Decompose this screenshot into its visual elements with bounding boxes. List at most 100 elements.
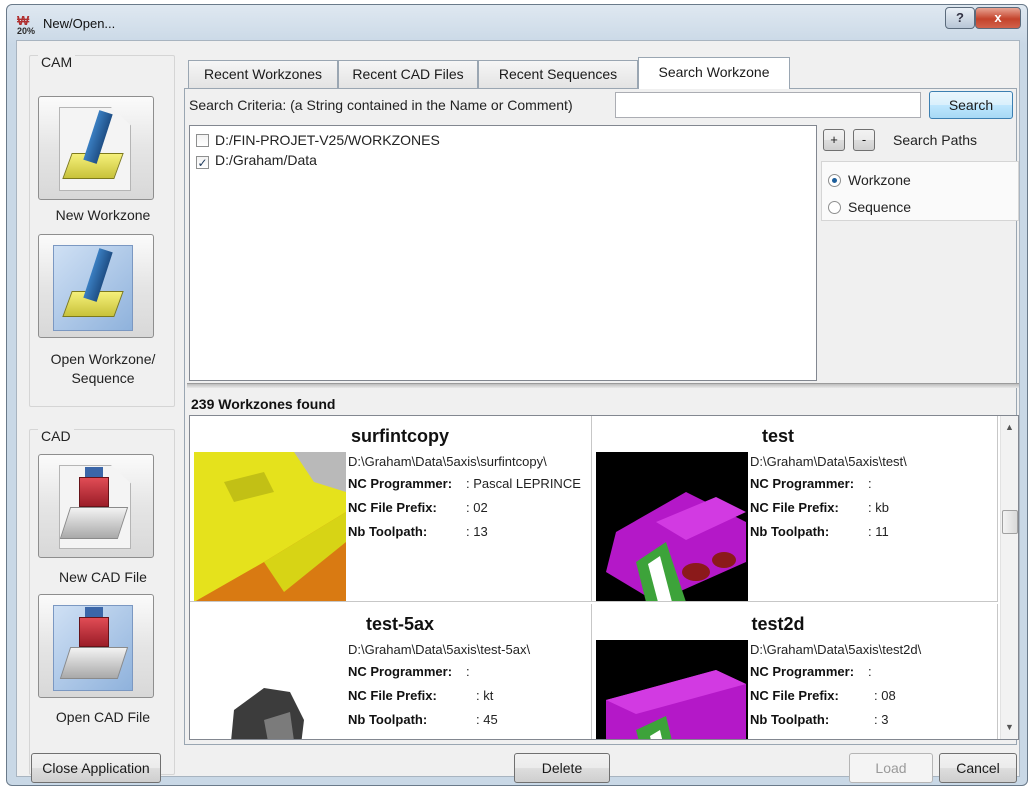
workzone-name: test-5ax: [365, 614, 435, 634]
workzone-path: D:\Graham\Data\5axis\test2d\: [750, 642, 922, 657]
results-grid: surfintcopy D:\Graham\Data\5axis\surfint…: [189, 415, 1019, 740]
help-button[interactable]: ?: [945, 7, 975, 29]
path-checkbox[interactable]: ✓: [196, 156, 209, 169]
open-cad-file-button[interactable]: [38, 594, 154, 698]
workzone-thumbnail: [596, 640, 748, 739]
app-icon: ₩20%: [17, 14, 39, 36]
cam-group-label: CAM: [38, 54, 76, 70]
search-type-group: Workzone Sequence: [821, 161, 1019, 221]
prefix-value: : 02: [466, 500, 488, 515]
prefix-value: : kb: [868, 500, 889, 515]
title-bar: ₩20% New/Open... ? x: [7, 5, 1027, 41]
close-application-button[interactable]: Close Application: [31, 753, 161, 783]
toolpath-label: Nb Toolpath:: [348, 712, 428, 727]
toolpath-label: Nb Toolpath:: [750, 524, 830, 539]
programmer-label: NC Programmer:: [348, 476, 453, 491]
scroll-down-icon[interactable]: ▼: [1005, 722, 1014, 732]
new-cad-file-label: New CAD File: [59, 569, 147, 585]
remove-path-button[interactable]: -: [853, 129, 875, 151]
toolpath-value: : 13: [466, 524, 488, 539]
open-cad-file-label: Open CAD File: [55, 709, 151, 725]
results-count: 239 Workzones found: [191, 396, 336, 412]
path-item[interactable]: D:/FIN-PROJET-V25/WORKZONES: [196, 130, 440, 150]
prefix-value: : kt: [476, 688, 494, 703]
panel-splitter[interactable]: [187, 383, 1019, 388]
load-button[interactable]: Load: [849, 753, 933, 783]
radio-workzone-label: Workzone: [848, 172, 911, 188]
prefix-label: NC File Prefix:: [750, 500, 839, 515]
cad-group-label: CAD: [38, 428, 74, 444]
cam-group: CAM New Workzone Open Workzone/ Sequence: [29, 54, 175, 407]
workzone-thumbnail: [194, 452, 346, 601]
new-cad-file-button[interactable]: [38, 454, 154, 558]
scrollbar-thumb[interactable]: [1002, 510, 1018, 534]
search-criteria-input[interactable]: [615, 92, 921, 118]
workzone-name: test2d: [751, 614, 805, 634]
workzone-card[interactable]: test D:\Graham\Data\5axis\test\ NC Progr…: [592, 416, 998, 602]
search-criteria-label: Search Criteria: (a String contained in …: [189, 97, 573, 113]
test-5ax-preview: [194, 640, 346, 739]
scroll-up-icon[interactable]: ▲: [1005, 422, 1014, 432]
tab-recent-cad-files[interactable]: Recent CAD Files: [338, 60, 478, 88]
path-label: D:/FIN-PROJET-V25/WORKZONES: [215, 132, 440, 148]
workzone-card[interactable]: test-5ax D:\Graham\Data\5axis\test-5ax\ …: [190, 604, 592, 739]
toolpath-label: Nb Toolpath:: [348, 524, 428, 539]
block-part-icon: [59, 647, 129, 679]
radio-workzone[interactable]: Workzone: [828, 170, 911, 190]
programmer-value: :: [868, 476, 872, 491]
open-workzone-button[interactable]: [38, 234, 154, 338]
prefix-label: NC File Prefix:: [348, 500, 437, 515]
workzone-thumbnail: [194, 640, 346, 739]
delete-button[interactable]: Delete: [514, 753, 610, 783]
programmer-value: : Pascal LEPRINCE: [466, 476, 581, 491]
programmer-value: :: [466, 664, 470, 679]
radio-button[interactable]: [828, 201, 841, 214]
tab-recent-sequences[interactable]: Recent Sequences: [478, 60, 638, 88]
tab-recent-workzones[interactable]: Recent Workzones: [188, 60, 338, 88]
toolpath-value: : 11: [868, 524, 889, 539]
workzone-path: D:\Graham\Data\5axis\test-5ax\: [348, 642, 531, 657]
open-workzone-label-line2: Sequence: [71, 370, 135, 386]
cancel-button[interactable]: Cancel: [939, 753, 1017, 783]
prefix-value: : 08: [874, 688, 896, 703]
workzone-card[interactable]: surfintcopy D:\Graham\Data\5axis\surfint…: [190, 416, 592, 602]
tab-search-workzone[interactable]: Search Workzone: [638, 57, 790, 89]
prefix-label: NC File Prefix:: [348, 688, 437, 703]
path-item[interactable]: ✓ D:/Graham/Data: [196, 150, 317, 170]
new-workzone-label: New Workzone: [55, 207, 151, 223]
block-part-icon: [59, 507, 129, 539]
workzone-thumbnail: [596, 452, 748, 601]
app-icon-text: 20%: [17, 26, 36, 36]
toolpath-label: Nb Toolpath:: [750, 712, 830, 727]
search-paths-list: D:/FIN-PROJET-V25/WORKZONES ✓ D:/Graham/D…: [189, 125, 817, 381]
toolpath-value: : 3: [874, 712, 889, 727]
programmer-value: :: [868, 664, 872, 679]
radio-button-selected[interactable]: [828, 174, 841, 187]
results-scrollbar[interactable]: ▲ ▼: [1000, 416, 1018, 739]
workzone-name: surfintcopy: [350, 426, 449, 446]
test-preview: [596, 452, 748, 601]
path-label: D:/Graham/Data: [215, 152, 317, 168]
surfintcopy-preview: [194, 452, 346, 601]
close-window-button[interactable]: x: [975, 7, 1021, 29]
vise-icon: [79, 617, 109, 647]
window-title: New/Open...: [43, 16, 116, 31]
dialog-body: CAM New Workzone Open Workzone/ Sequence…: [16, 40, 1020, 783]
radio-sequence-label: Sequence: [848, 199, 912, 215]
open-workzone-label-line1: Open Workzone/: [50, 351, 156, 367]
toolpath-value: : 45: [476, 712, 498, 727]
workzone-path: D:\Graham\Data\5axis\surfintcopy\: [348, 454, 547, 469]
vise-icon: [79, 477, 109, 507]
cad-group: CAD New CAD File Open CAD File: [29, 428, 175, 775]
add-path-button[interactable]: +: [823, 129, 845, 151]
search-button[interactable]: Search: [929, 91, 1013, 119]
path-checkbox[interactable]: [196, 134, 209, 147]
new-open-dialog: ₩20% New/Open... ? x CAM New Workzone Op…: [6, 4, 1028, 786]
search-paths-label: Search Paths: [893, 132, 978, 148]
programmer-label: NC Programmer:: [750, 476, 855, 491]
radio-sequence[interactable]: Sequence: [828, 197, 911, 217]
prefix-label: NC File Prefix:: [750, 688, 839, 703]
workzone-card[interactable]: test2d D:\Graham\Data\5axis\test2d\ NC P…: [592, 604, 998, 739]
workzone-name: test: [761, 426, 794, 446]
new-workzone-button[interactable]: [38, 96, 154, 200]
